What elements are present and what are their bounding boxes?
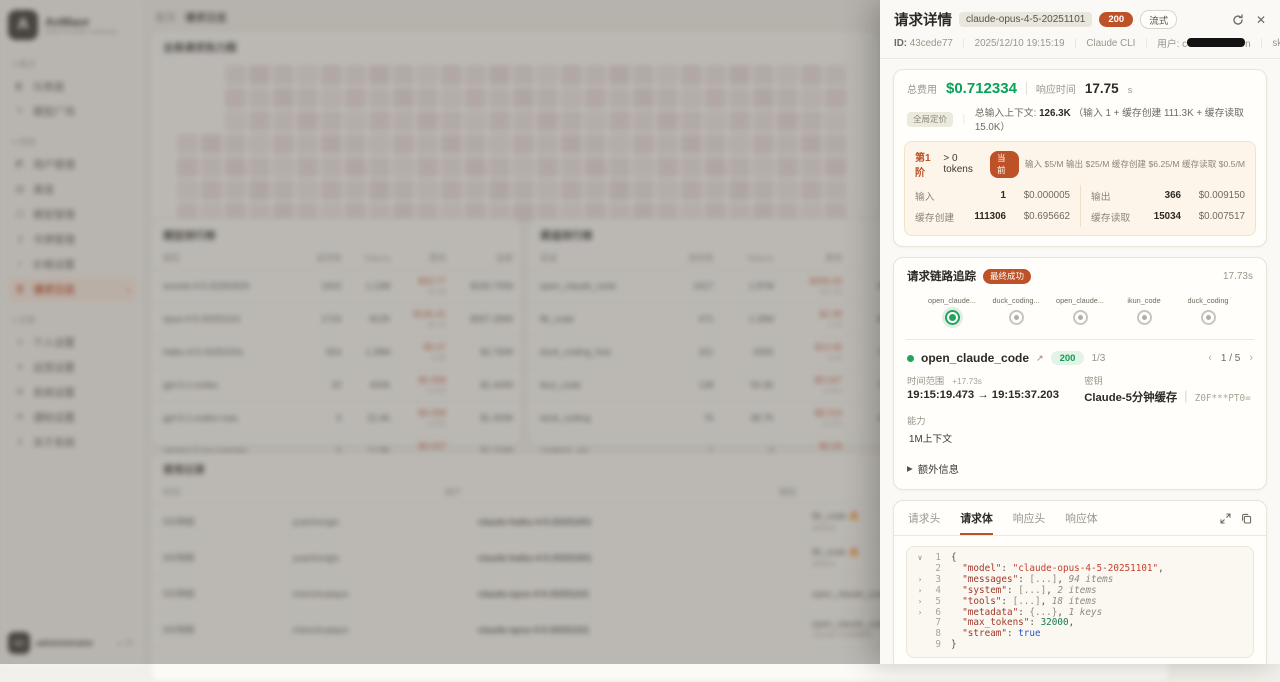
code-line: 9 } bbox=[915, 640, 1245, 651]
context-total: 126.3K bbox=[1039, 108, 1071, 119]
trace-stepper: open_claude... duck_coding... open_claud… bbox=[894, 286, 1266, 339]
redaction-bar bbox=[1187, 38, 1245, 47]
cost-card: 总费用 $0.712334 响应时间 17.75 s 全局定价 ｜ 总输入上下文… bbox=[893, 69, 1267, 247]
stream-badge: 流式 bbox=[1140, 10, 1177, 29]
pricing-tier-card: 第1阶 > 0 tokens 当前 输入 $5/M 输出 $25/M 缓存创建 … bbox=[904, 141, 1256, 236]
attempt-try-count: 1/3 bbox=[1091, 353, 1105, 364]
attempt-channel-name: open_claude_code bbox=[921, 351, 1029, 365]
fold-spacer bbox=[915, 618, 925, 629]
tab-响应体[interactable]: 响应体 bbox=[1065, 510, 1097, 535]
external-link-icon[interactable]: ↗ bbox=[1036, 353, 1044, 364]
trace-title: 请求链路追踪 bbox=[907, 268, 976, 284]
tier-name: 第1阶 bbox=[915, 149, 937, 179]
tier-rates: 输入 $5/M 输出 $25/M 缓存创建 $6.25/M 缓存读取 $0.5/… bbox=[1025, 158, 1245, 170]
trace-node-dot bbox=[1073, 310, 1088, 325]
fold-toggle-icon[interactable]: › bbox=[915, 608, 925, 619]
prev-attempt-button[interactable]: ‹ bbox=[1208, 352, 1212, 364]
response-time-value: 17.75 bbox=[1085, 81, 1119, 96]
next-attempt-button[interactable]: › bbox=[1249, 352, 1253, 364]
trace-success-badge: 最终成功 bbox=[983, 269, 1031, 284]
trace-node[interactable]: open_claude... bbox=[1054, 296, 1106, 325]
request-user: 用户: cn bbox=[1157, 36, 1250, 50]
time-range-field: 时间范围+17.73s 19:15:19.473 → 19:15:37.203 bbox=[907, 373, 1084, 405]
tab-请求体[interactable]: 请求体 bbox=[960, 510, 992, 535]
trace-node-dot bbox=[1137, 310, 1152, 325]
trace-duration: 17.73s bbox=[1223, 271, 1253, 282]
extra-info-toggle[interactable]: ▶ 额外信息 bbox=[894, 455, 1266, 489]
tier-current-badge: 当前 bbox=[990, 151, 1019, 178]
capability-tag: 1M上下文 bbox=[907, 430, 954, 446]
trace-node[interactable]: duck_coding... bbox=[990, 296, 1042, 325]
request-body-json[interactable]: ∨ 1 { 2 "model": "claude-opus-4-5-202511… bbox=[906, 546, 1254, 658]
close-icon[interactable]: ✕ bbox=[1256, 13, 1266, 27]
pricing-scope-badge: 全局定价 bbox=[907, 112, 953, 127]
request-detail-drawer: 请求详情 claude-opus-4-5-20251101 200 流式 ✕ I… bbox=[880, 0, 1280, 664]
trace-node[interactable]: open_claude... bbox=[926, 296, 978, 325]
fold-toggle-icon[interactable]: › bbox=[915, 586, 925, 597]
fold-toggle-icon[interactable]: ∨ bbox=[915, 553, 925, 564]
attempt-pagination: 1 / 5 bbox=[1221, 353, 1240, 364]
tier-cell-缓存创建: 缓存创建111306$0.695662 bbox=[915, 206, 1080, 227]
tier-cell-输出: 输出366$0.009150 bbox=[1080, 185, 1245, 206]
inspector-card: 请求头请求体响应头响应体 ∨ 1 { 2 "model": "claude-op… bbox=[893, 500, 1267, 664]
fold-toggle-icon[interactable]: › bbox=[915, 575, 925, 586]
time-delta: +17.73s bbox=[952, 376, 982, 386]
trace-node-dot bbox=[1009, 310, 1024, 325]
request-time: 2025/12/10 19:15:19 bbox=[975, 38, 1065, 49]
request-api-key: sk-WvzlSy4...uwgB bbox=[1272, 38, 1280, 49]
trace-node-dot bbox=[945, 310, 960, 325]
success-dot bbox=[907, 355, 914, 362]
fold-toggle-icon[interactable]: › bbox=[915, 597, 925, 608]
collapse-triangle-icon: ▶ bbox=[907, 464, 913, 473]
model-pill: claude-opus-4-5-20251101 bbox=[959, 12, 1092, 27]
tab-请求头[interactable]: 请求头 bbox=[908, 510, 940, 535]
time-range-value: 19:15:19.473 → 19:15:37.203 bbox=[907, 389, 1084, 401]
key-field: 密钥 Claude-5分钟缓存 ｜ Z0F***PT0= bbox=[1084, 373, 1253, 405]
request-id: 43cede77 bbox=[910, 38, 953, 49]
refresh-button[interactable] bbox=[1232, 14, 1244, 26]
key-masked: Z0F***PT0= bbox=[1195, 393, 1251, 404]
trace-card: 请求链路追踪 最终成功 17.73s open_claude... duck_c… bbox=[893, 257, 1267, 490]
response-time-label: 响应时间 bbox=[1036, 81, 1076, 96]
capability-field: 能力 1M上下文 bbox=[907, 413, 1084, 447]
copy-icon[interactable] bbox=[1241, 511, 1252, 529]
request-client: Claude CLI bbox=[1086, 38, 1135, 49]
trace-node[interactable]: duck_coding bbox=[1182, 296, 1234, 325]
code-line: 8 "stream": true bbox=[915, 629, 1245, 640]
fold-spacer bbox=[915, 640, 925, 651]
trace-node[interactable]: ikun_code bbox=[1118, 296, 1170, 325]
total-cost-label: 总费用 bbox=[907, 81, 937, 96]
attempt-status-badge: 200 bbox=[1051, 351, 1085, 365]
drawer-title: 请求详情 bbox=[894, 9, 952, 30]
request-meta-row: ID: 43cede77 ｜ 2025/12/10 19:15:19 ｜ Cla… bbox=[880, 30, 1280, 59]
tier-cell-输入: 输入1$0.000005 bbox=[915, 185, 1080, 206]
tier-range: > 0 tokens bbox=[943, 153, 984, 175]
fold-spacer bbox=[915, 629, 925, 640]
fold-spacer bbox=[915, 564, 925, 575]
tab-响应头[interactable]: 响应头 bbox=[1013, 510, 1045, 535]
expand-icon[interactable] bbox=[1220, 511, 1231, 529]
total-cost-value: $0.712334 bbox=[946, 80, 1017, 97]
status-code-badge: 200 bbox=[1099, 12, 1133, 27]
tier-cell-缓存读取: 缓存读取15034$0.007517 bbox=[1080, 206, 1245, 227]
key-name: Claude-5分钟缓存 bbox=[1084, 392, 1177, 404]
trace-node-dot bbox=[1201, 310, 1216, 325]
context-summary: 全局定价 ｜ 总输入上下文: 126.3K （输入 1 + 缓存创建 111.3… bbox=[894, 104, 1266, 141]
